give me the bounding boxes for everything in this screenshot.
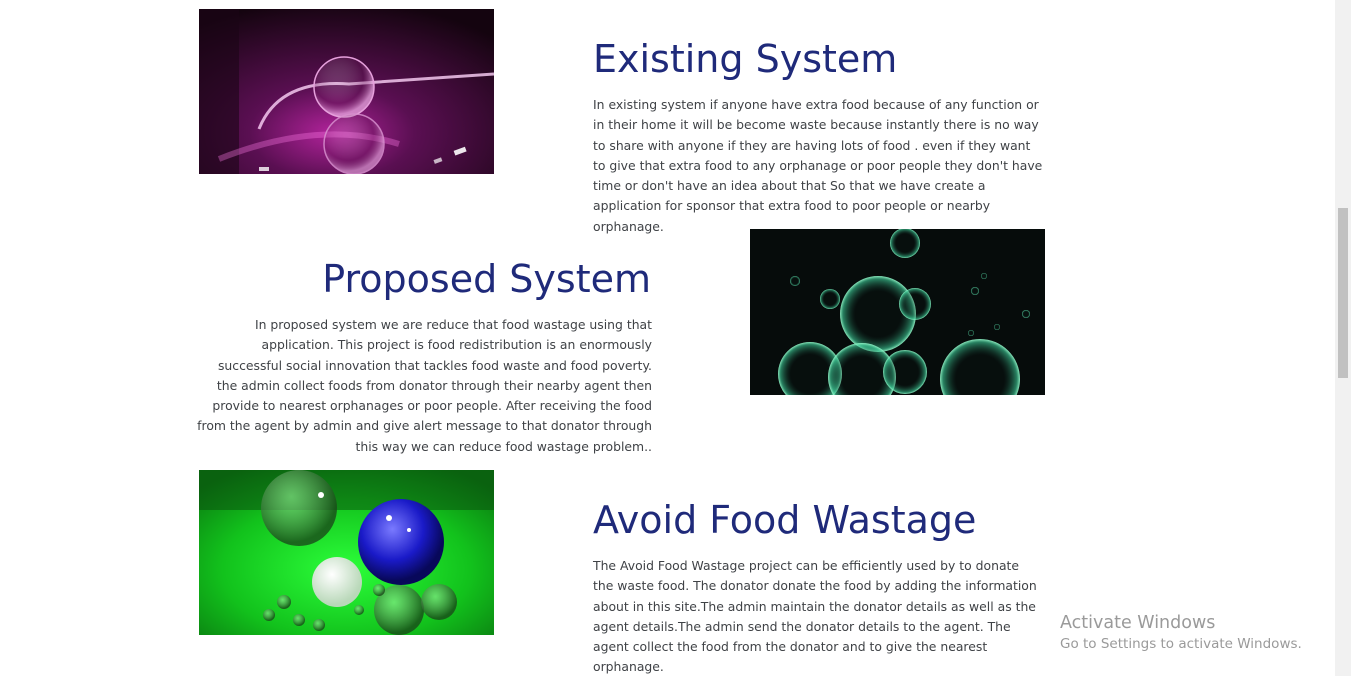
- purple-glass-sphere-image: [199, 9, 494, 174]
- scrollbar-thumb[interactable]: [1338, 208, 1348, 378]
- green-bubbles-image: [750, 229, 1045, 395]
- green-glass-balls-image: [199, 470, 494, 635]
- section-heading-avoid-food-wastage: Avoid Food Wastage: [593, 498, 977, 542]
- section-text-avoid-food-wastage: The Avoid Food Wastage project can be ef…: [593, 558, 1037, 675]
- page: Existing System In existing system if an…: [0, 0, 1351, 676]
- activate-windows-watermark: Activate Windows Go to Settings to activ…: [1060, 611, 1302, 654]
- section-heading-existing-system: Existing System: [593, 37, 898, 81]
- watermark-title: Activate Windows: [1060, 613, 1216, 633]
- vertical-scrollbar[interactable]: [1335, 0, 1351, 676]
- section-heading-proposed-system: Proposed System: [322, 257, 651, 301]
- section-text-proposed-system: In proposed system we are reduce that fo…: [197, 317, 652, 454]
- section-text-existing-system: In existing system if anyone have extra …: [593, 97, 1043, 234]
- watermark-subtitle: Go to Settings to activate Windows.: [1060, 636, 1302, 652]
